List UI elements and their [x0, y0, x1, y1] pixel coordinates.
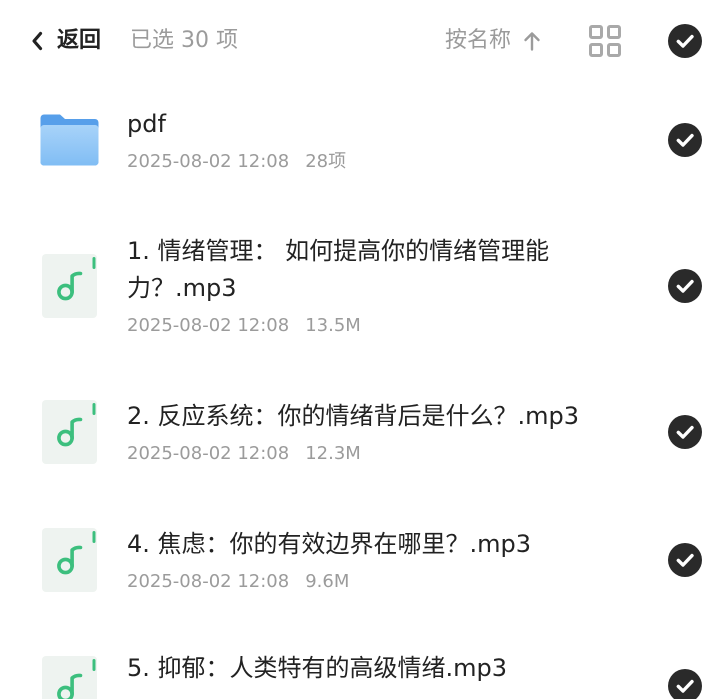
- file-text: 4. 焦虑：你的有效边界在哪里？.mp3 2025-08-02 12:08 9.6…: [127, 526, 617, 595]
- folder-row[interactable]: pdf 2025-08-02 12:08 28项: [0, 76, 712, 204]
- row-select-checkbox[interactable]: [668, 123, 702, 157]
- file-meta: 2025-08-02 12:08 12.3M: [127, 441, 617, 467]
- selection-header: 返回 已选 30 项 按名称: [0, 0, 712, 82]
- file-name: 4. 焦虑：你的有效边界在哪里？.mp3: [127, 529, 532, 558]
- row-select-checkbox[interactable]: [668, 269, 702, 303]
- arrow-up-icon: [524, 32, 540, 51]
- file-name: 5. 抑郁：人类特有的高级情绪.mp3: [127, 654, 508, 682]
- chevron-left-icon: [32, 31, 43, 51]
- check-circle-icon: [668, 269, 702, 303]
- file-size: 13.5M: [305, 315, 361, 336]
- file-date: 2025-08-02 12:08: [127, 570, 290, 592]
- file-name: 2. 反应系统：你的情绪背后是什么？.mp3: [127, 401, 580, 430]
- row-select-checkbox[interactable]: [668, 415, 702, 449]
- grid-icon: [589, 25, 621, 57]
- file-date: 2025-08-02 12:08: [127, 150, 290, 172]
- file-meta: 2025-08-02 12:08 9.6M: [127, 569, 617, 595]
- file-row[interactable]: 2. 反应系统：你的情绪背后是什么？.mp3 2025-08-02 12:08 1…: [0, 368, 712, 496]
- row-select-checkbox[interactable]: [668, 543, 702, 577]
- file-icon-cell: [40, 254, 99, 318]
- music-file-icon: [42, 528, 97, 592]
- file-date: 2025-08-02 12:08: [127, 442, 290, 464]
- check-circle-icon: [668, 415, 702, 449]
- file-date: 2025-08-02 12:08: [127, 315, 290, 336]
- file-text: pdf 2025-08-02 12:08 28项: [127, 106, 617, 175]
- back-label: 返回: [57, 28, 102, 53]
- file-meta: 2025-08-02 12:08 13.5M: [127, 313, 617, 339]
- selected-count: 已选 30 项: [130, 28, 238, 53]
- file-row[interactable]: 5. 抑郁：人类特有的高级情绪.mp3: [0, 624, 712, 699]
- file-name: pdf: [127, 109, 166, 138]
- folder-icon: [40, 114, 99, 166]
- file-row[interactable]: 4. 焦虑：你的有效边界在哪里？.mp3 2025-08-02 12:08 9.6…: [0, 496, 712, 624]
- sort-label: 按名称: [445, 28, 512, 53]
- file-row[interactable]: 1. 情绪管理： 如何提高你的情绪管理能力？.mp3 2025-08-02 12…: [0, 204, 712, 368]
- view-toggle-button[interactable]: [589, 25, 621, 57]
- check-circle-icon: [668, 24, 702, 58]
- file-text: 1. 情绪管理： 如何提高你的情绪管理能力？.mp3 2025-08-02 12…: [127, 233, 617, 339]
- file-name: 1. 情绪管理： 如何提高你的情绪管理能力？.mp3: [127, 237, 550, 302]
- file-text: 2. 反应系统：你的情绪背后是什么？.mp3 2025-08-02 12:08 1…: [127, 398, 617, 467]
- file-selection-screen: 返回 已选 30 项 按名称 pdf 2025-08-02 12:08 28项 …: [0, 0, 712, 699]
- file-icon-cell: [40, 400, 99, 464]
- music-file-icon: [42, 656, 97, 699]
- file-icon-cell: [42, 656, 97, 699]
- file-icon-cell: [40, 114, 99, 166]
- music-file-icon: [42, 254, 97, 318]
- check-circle-icon: [668, 669, 702, 699]
- check-circle-icon: [668, 123, 702, 157]
- select-all-button[interactable]: [668, 24, 702, 58]
- file-icon-cell: [40, 528, 99, 592]
- check-circle-icon: [668, 543, 702, 577]
- item-count: 28项: [305, 150, 347, 172]
- file-size: 12.3M: [305, 442, 361, 464]
- sort-button[interactable]: 按名称: [445, 22, 541, 60]
- file-text: 5. 抑郁：人类特有的高级情绪.mp3: [127, 650, 617, 687]
- file-size: 9.6M: [305, 570, 350, 592]
- back-button[interactable]: 返回: [26, 22, 101, 60]
- music-file-icon: [42, 400, 97, 464]
- row-select-checkbox[interactable]: [668, 669, 702, 699]
- file-meta: 2025-08-02 12:08 28项: [127, 149, 617, 175]
